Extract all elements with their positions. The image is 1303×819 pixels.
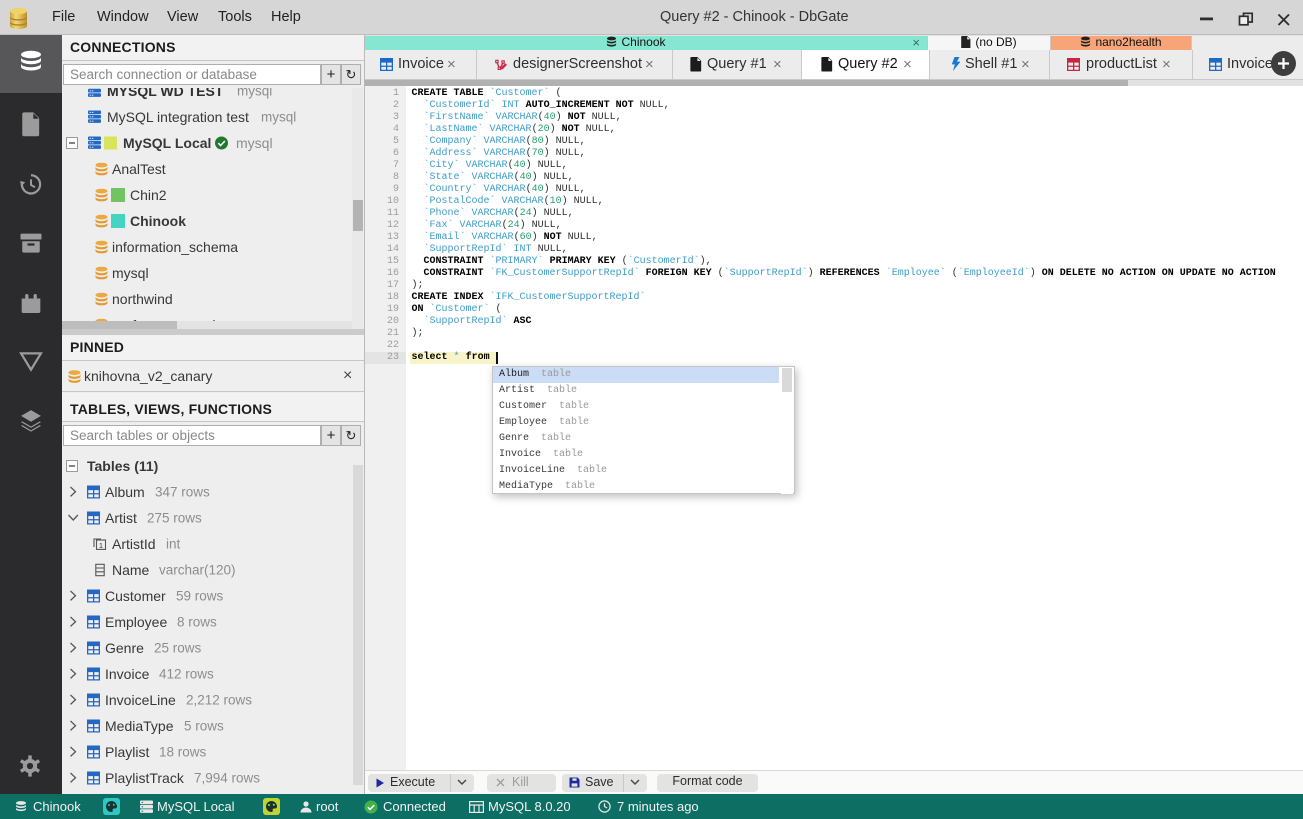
svg-text:1: 1 (99, 541, 103, 550)
